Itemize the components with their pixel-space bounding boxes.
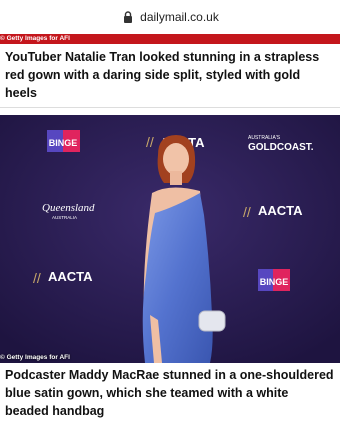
article-caption: YouTuber Natalie Tran looked stunning in… — [5, 50, 320, 100]
svg-text:AUSTRALIA'S: AUSTRALIA'S — [248, 135, 281, 141]
photo-credit: © Getty Images for AFI — [0, 354, 70, 361]
divider — [0, 107, 340, 108]
lock-icon — [124, 11, 133, 23]
svg-text:BINGE: BINGE — [49, 138, 78, 148]
svg-text:AACTA: AACTA — [258, 203, 303, 218]
binge-logo: BINGE — [47, 130, 80, 152]
article-caption: Podcaster Maddy MacRae stunned in a one-… — [5, 368, 334, 418]
svg-text:AACTA: AACTA — [48, 269, 93, 284]
address-bar[interactable]: dailymail.co.uk — [0, 0, 340, 34]
svg-text://: // — [146, 134, 154, 150]
svg-text://: // — [243, 204, 251, 220]
svg-text://: // — [33, 270, 41, 286]
svg-text:BINGE: BINGE — [260, 277, 289, 287]
photo-credit: © Getty Images for AFI — [0, 35, 70, 42]
svg-text:AUSTRALIA: AUSTRALIA — [52, 215, 77, 220]
svg-text:Queensland: Queensland — [42, 202, 95, 214]
binge-logo: BINGE — [258, 269, 290, 291]
url-text: dailymail.co.uk — [140, 10, 219, 24]
svg-text:GOLDCOAST.: GOLDCOAST. — [248, 142, 314, 153]
article-photo[interactable]: BINGE // AACTA AUSTRALIA'S GOLDCOAST. Qu… — [0, 115, 340, 363]
